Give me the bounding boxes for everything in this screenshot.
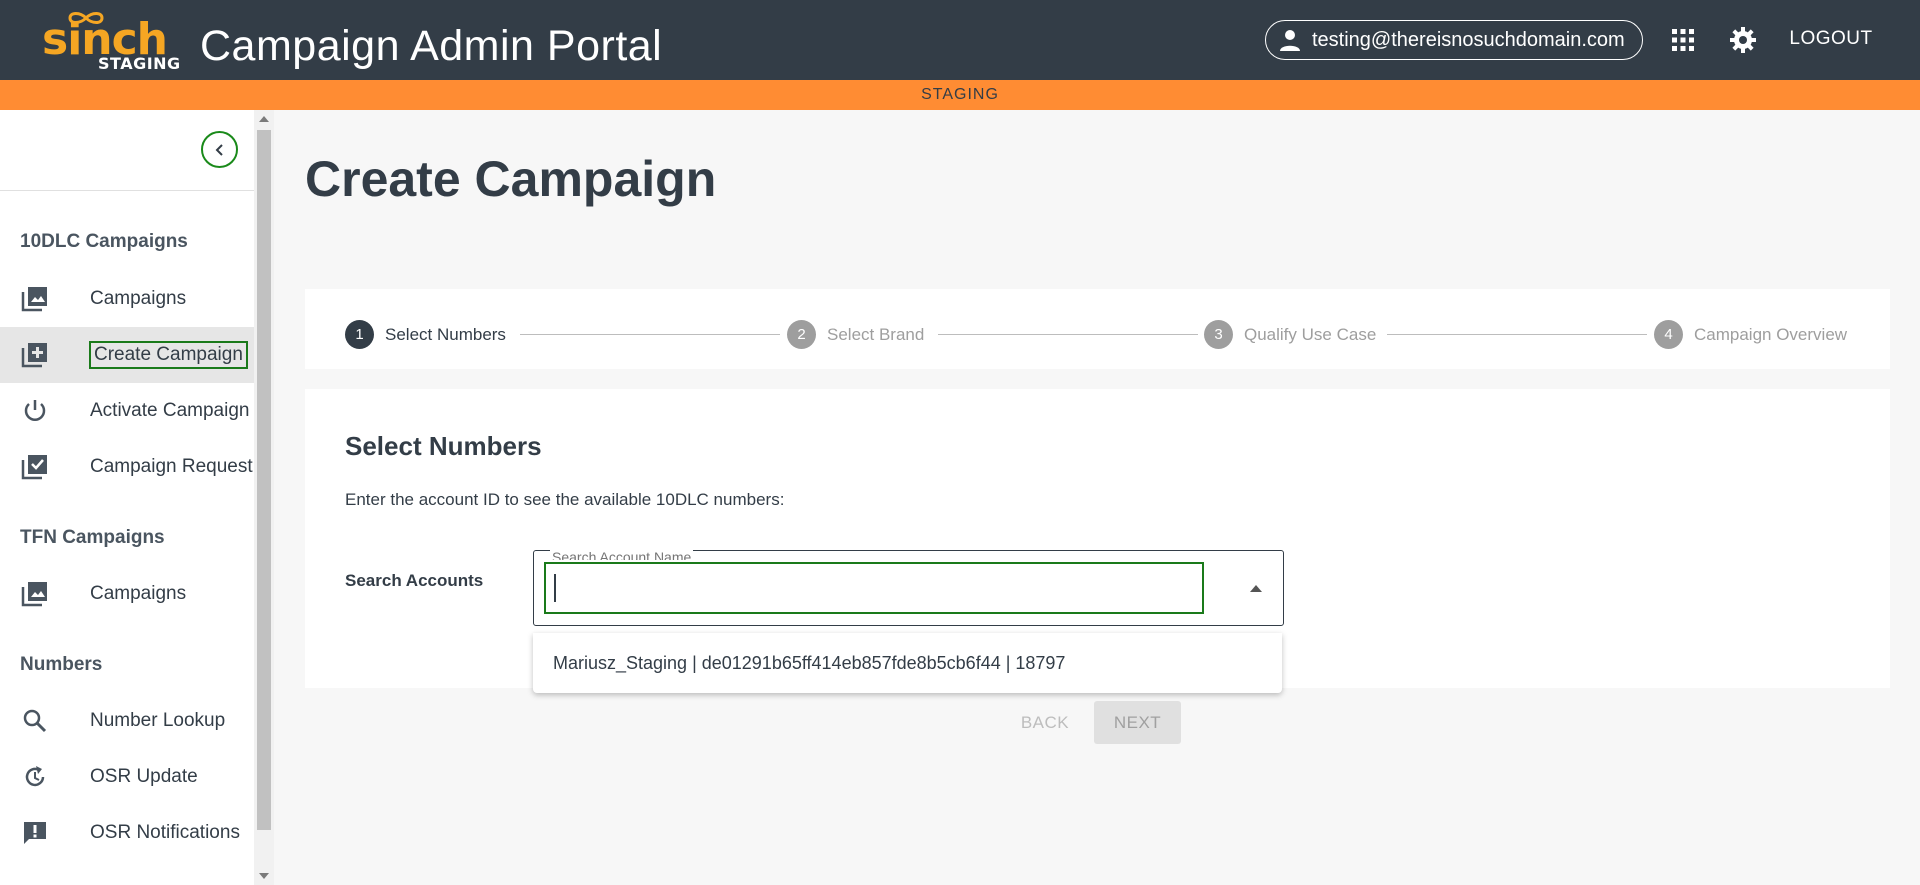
sidebar-item-label: OSR Update bbox=[90, 766, 198, 787]
card-description: Enter the account ID to see the availabl… bbox=[345, 490, 785, 509]
feedback-icon bbox=[24, 822, 46, 844]
scroll-up-icon[interactable] bbox=[259, 116, 269, 122]
step-number: 1 bbox=[345, 320, 374, 349]
step-label: Qualify Use Case bbox=[1244, 324, 1377, 344]
step-connector bbox=[938, 334, 1198, 335]
sidebar-item-tfn-campaigns[interactable]: Campaigns bbox=[0, 566, 254, 622]
step-qualify-use-case: 3 Qualify Use Case bbox=[1204, 320, 1376, 349]
sinch-logo[interactable]: sinch STAGING bbox=[42, 10, 182, 73]
scrollbar-thumb[interactable] bbox=[257, 130, 271, 830]
sidebar-item-label: Campaigns bbox=[90, 288, 187, 309]
text-caret bbox=[554, 574, 556, 602]
sidebar-item-label: Activate Campaign bbox=[90, 400, 250, 421]
step-number: 2 bbox=[787, 320, 816, 349]
sidebar-item-label: Create Campaign bbox=[89, 341, 248, 369]
collapse-sidebar-button[interactable] bbox=[201, 131, 238, 168]
step-select-numbers: 1 Select Numbers bbox=[345, 320, 506, 349]
logo-badge: STAGING bbox=[98, 54, 181, 73]
sidebar-item-campaigns[interactable]: Campaigns bbox=[0, 271, 254, 327]
sidebar-item-label: Campaign Request bbox=[90, 456, 253, 477]
step-label: Campaign Overview bbox=[1694, 324, 1848, 344]
add-to-library-icon bbox=[21, 343, 47, 368]
page-title: Create Campaign bbox=[305, 151, 717, 207]
search-account-field: Search Account Name bbox=[533, 550, 1284, 626]
logout-button[interactable]: LOGOUT bbox=[1773, 18, 1889, 60]
dropdown-toggle-icon[interactable] bbox=[1250, 585, 1262, 592]
sidebar: 10DLC Campaigns Campaigns Create Campaig… bbox=[0, 110, 254, 885]
step-campaign-overview: 4 Campaign Overview bbox=[1654, 320, 1847, 349]
sidebar-item-label: Number Lookup bbox=[90, 710, 226, 731]
next-button[interactable]: NEXT bbox=[1094, 701, 1181, 744]
user-account-chip[interactable]: testing@thereisnosuchdomain.com bbox=[1265, 20, 1643, 60]
sidebar-scrollbar[interactable] bbox=[254, 110, 274, 885]
step-number: 3 bbox=[1204, 320, 1233, 349]
step-label: Select Brand bbox=[827, 324, 925, 344]
sidebar-item-label: OSR Notifications bbox=[90, 822, 240, 843]
sidebar-item-label: Campaigns bbox=[90, 583, 187, 604]
card-title: Select Numbers bbox=[345, 431, 542, 461]
step-number: 4 bbox=[1654, 320, 1683, 349]
search-accounts-label: Search Accounts bbox=[345, 571, 484, 590]
sidebar-item-osr-notifications[interactable]: OSR Notifications bbox=[0, 805, 254, 861]
step-connector bbox=[520, 334, 780, 335]
image-gallery-icon bbox=[21, 287, 47, 312]
sidebar-item-activate-campaign[interactable]: Activate Campaign bbox=[0, 383, 254, 439]
dropdown-option[interactable]: Mariusz_Staging | de01291b65ff414eb857fd… bbox=[533, 633, 1282, 693]
step-select-brand: 2 Select Brand bbox=[787, 320, 924, 349]
chevron-left-icon bbox=[215, 143, 223, 156]
section-title-numbers: Numbers bbox=[20, 654, 103, 675]
gear-icon[interactable] bbox=[1728, 25, 1758, 55]
section-title-tfn: TFN Campaigns bbox=[20, 527, 165, 548]
refresh-icon bbox=[25, 766, 45, 787]
sidebar-item-campaign-request[interactable]: Campaign Request bbox=[0, 439, 254, 495]
stepper: 1 Select Numbers 2 Select Brand 3 Qualif… bbox=[305, 289, 1890, 369]
user-icon bbox=[1280, 30, 1300, 51]
app-title: Campaign Admin Portal bbox=[200, 22, 663, 70]
environment-banner: STAGING bbox=[0, 80, 1920, 110]
user-email: testing@thereisnosuchdomain.com bbox=[1312, 28, 1625, 51]
top-header: sinch STAGING Campaign Admin Portal test… bbox=[0, 0, 1920, 80]
back-button[interactable]: BACK bbox=[1003, 702, 1087, 744]
sidebar-item-osr-update[interactable]: OSR Update bbox=[0, 749, 254, 805]
sidebar-item-create-campaign[interactable]: Create Campaign bbox=[0, 327, 254, 383]
scroll-down-icon[interactable] bbox=[259, 873, 269, 879]
section-title-10dlc: 10DLC Campaigns bbox=[20, 231, 188, 252]
sidebar-item-number-lookup[interactable]: Number Lookup bbox=[0, 693, 254, 749]
power-icon bbox=[24, 400, 46, 421]
search-icon bbox=[23, 709, 47, 733]
image-gallery-icon bbox=[21, 582, 47, 607]
sidebar-divider bbox=[0, 190, 254, 191]
step-connector bbox=[1387, 334, 1647, 335]
search-account-input[interactable] bbox=[544, 562, 1204, 614]
library-check-icon bbox=[21, 455, 47, 480]
account-dropdown-list: Mariusz_Staging | de01291b65ff414eb857fd… bbox=[533, 633, 1282, 693]
search-field-label: Search Account Name bbox=[550, 550, 694, 560]
apps-grid-icon[interactable] bbox=[1668, 25, 1698, 55]
step-label: Select Numbers bbox=[385, 324, 506, 344]
